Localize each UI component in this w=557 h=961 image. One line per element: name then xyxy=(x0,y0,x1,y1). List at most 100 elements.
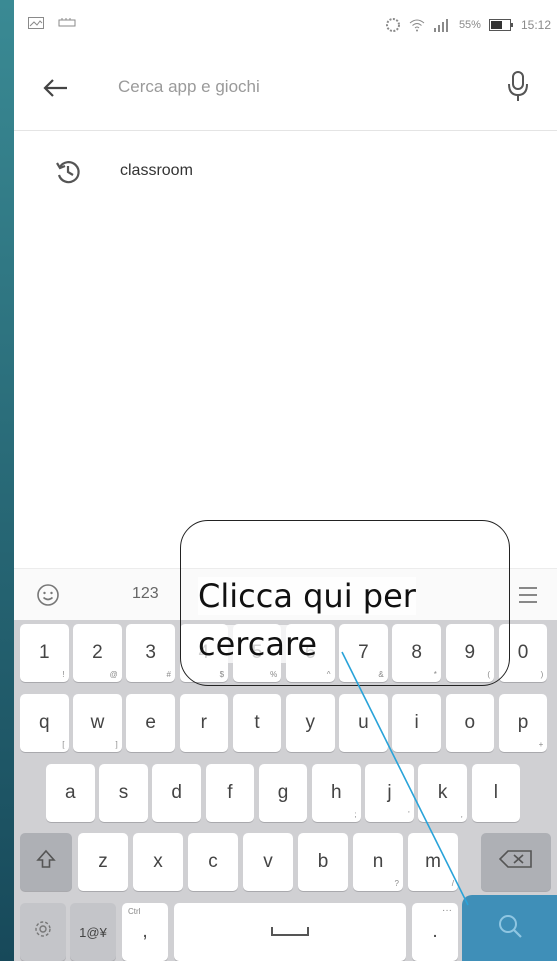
back-arrow-icon[interactable] xyxy=(40,72,72,104)
key-t[interactable]: t xyxy=(232,694,282,752)
key-label: 1 xyxy=(38,642,50,663)
key-label: c xyxy=(208,851,218,872)
key-v[interactable]: v xyxy=(243,833,293,891)
key-f[interactable]: f xyxy=(205,764,255,822)
key-label: 3 xyxy=(145,642,156,663)
key-n[interactable]: n? xyxy=(353,833,403,891)
key-label: 0 xyxy=(517,642,529,663)
key-l[interactable]: l xyxy=(471,764,521,822)
key-2[interactable]: 2 @ xyxy=(73,624,122,682)
key-label: y xyxy=(305,712,316,733)
key-r[interactable]: r xyxy=(179,694,229,752)
suggestion-item[interactable]: classroom xyxy=(14,140,557,200)
key-a[interactable]: a xyxy=(46,764,95,822)
key-label: h xyxy=(330,782,342,803)
search-bar xyxy=(14,44,557,131)
settings-key[interactable] xyxy=(20,903,66,961)
key-label: l xyxy=(493,782,498,803)
key-label: o xyxy=(464,712,476,733)
key-o[interactable]: o xyxy=(445,694,495,752)
period-label: . xyxy=(432,921,438,942)
key-j[interactable]: j ' xyxy=(365,764,414,822)
storage-notification-icon xyxy=(58,18,76,28)
key-label: z xyxy=(98,851,108,872)
key-c[interactable]: c xyxy=(188,833,238,891)
key-label: r xyxy=(200,712,207,733)
key-sublabel: ? xyxy=(394,879,399,888)
shift-key[interactable] xyxy=(20,833,72,891)
key-sublabel: ] xyxy=(115,740,118,749)
key-b[interactable]: b xyxy=(298,833,348,891)
key-label: 2 xyxy=(92,642,103,663)
key-d[interactable]: d xyxy=(152,764,201,822)
space-icon xyxy=(270,921,310,943)
key-k[interactable]: k, xyxy=(418,764,467,822)
callout-text: Clicca qui per cercare xyxy=(198,572,498,668)
key-y[interactable]: y xyxy=(286,694,335,752)
microphone-icon[interactable] xyxy=(505,68,531,104)
key-label: x xyxy=(153,851,163,872)
key-label: v xyxy=(263,851,273,872)
menu-icon[interactable] xyxy=(517,585,539,605)
shift-icon xyxy=(35,848,57,876)
key-sublabel: / xyxy=(451,879,454,888)
key-sublabel: ! xyxy=(62,670,65,679)
key-p[interactable]: p + xyxy=(498,694,548,752)
key-s[interactable]: s xyxy=(99,764,148,822)
numbers-toggle[interactable]: 123 xyxy=(132,585,159,603)
key-label: i xyxy=(414,712,419,733)
key-label: j xyxy=(387,782,392,803)
backspace-key[interactable] xyxy=(481,833,551,891)
key-sublabel: # xyxy=(166,670,171,679)
key-label: k xyxy=(437,782,448,803)
callout-line1: Clicca qui per xyxy=(198,577,416,615)
status-bar: 55% 15:12 xyxy=(14,0,557,44)
key-label: w xyxy=(90,712,105,733)
history-icon xyxy=(54,158,82,186)
key-sublabel: , xyxy=(460,810,463,819)
key-3[interactable]: 3 # xyxy=(126,624,175,682)
key-label: q xyxy=(38,712,50,733)
key-label: s xyxy=(118,782,129,803)
wifi-icon xyxy=(409,18,425,32)
key-1[interactable]: 1! xyxy=(20,624,69,682)
image-notification-icon xyxy=(28,17,44,29)
space-key[interactable] xyxy=(174,903,406,961)
symbols-key[interactable]: 1@¥ xyxy=(70,903,116,961)
signal-icon xyxy=(433,18,451,32)
key-w[interactable]: w] xyxy=(73,694,122,752)
key-h[interactable]: h; xyxy=(312,764,361,822)
key-label: t xyxy=(254,712,260,733)
period-sub: ··· xyxy=(442,905,452,916)
key-label: m xyxy=(425,851,441,872)
period-key[interactable]: ··· . xyxy=(412,903,458,961)
battery-percent: 55% xyxy=(458,19,481,31)
key-x[interactable]: x xyxy=(133,833,183,891)
search-key[interactable] xyxy=(462,895,557,961)
gear-icon xyxy=(33,919,53,945)
clock: 15:12 xyxy=(520,18,551,32)
key-sublabel: @ xyxy=(109,670,118,679)
suggestion-label: classroom xyxy=(120,162,193,179)
key-q[interactable]: q[ xyxy=(20,694,69,752)
key-i[interactable]: i xyxy=(392,694,441,752)
key-sublabel: ) xyxy=(540,670,544,679)
emoji-icon[interactable] xyxy=(36,583,60,607)
key-u[interactable]: u xyxy=(339,694,388,752)
key-sublabel: ; xyxy=(354,810,357,819)
key-label: u xyxy=(358,712,369,733)
callout-line2: cercare xyxy=(198,625,318,663)
key-label: e xyxy=(145,712,156,733)
comma-key[interactable]: Ctrl , xyxy=(122,903,168,961)
key-g[interactable]: g xyxy=(258,764,308,822)
key-label: a xyxy=(64,782,76,803)
key-sublabel: ' xyxy=(408,810,410,819)
key-m[interactable]: m / xyxy=(408,833,458,891)
key-label: n xyxy=(372,851,384,872)
key-e[interactable]: e xyxy=(126,694,175,752)
search-input[interactable] xyxy=(118,72,458,102)
key-label: g xyxy=(277,782,289,803)
key-z[interactable]: z xyxy=(78,833,128,891)
slide-frame-edge xyxy=(0,0,14,961)
key-label: d xyxy=(171,782,182,803)
